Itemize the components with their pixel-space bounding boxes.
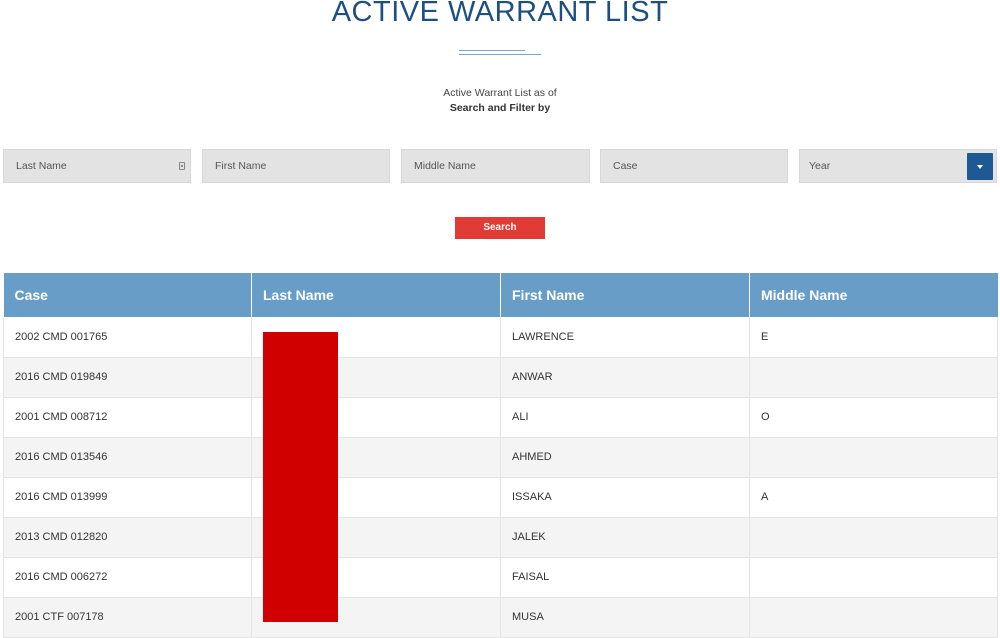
middle-name-cell (749, 437, 998, 478)
underline-line-top (459, 50, 525, 51)
table-row[interactable]: 2016 CMD 006272 FAISAL (3, 557, 998, 598)
table-row[interactable]: 2016 CMD 019849 ANWAR (3, 357, 998, 398)
last-name-field[interactable] (3, 149, 191, 183)
underline-line-bottom (459, 54, 541, 55)
filter-label: Search and Filter by (449, 102, 551, 114)
column-header-last-name[interactable]: Last Name (251, 273, 501, 317)
case-field[interactable] (600, 149, 788, 183)
table-row[interactable]: 2002 CMD 001765 LAWRENCE E (3, 317, 998, 358)
column-header-middle-name[interactable]: Middle Name (749, 273, 998, 317)
page-title: ACTIVE WARRANT LIST (331, 0, 669, 28)
first-name-input[interactable] (203, 150, 389, 182)
table-row[interactable]: 2001 CTF 007178 MUSA (3, 597, 998, 638)
chevron-down-icon[interactable] (967, 153, 993, 180)
last-name-input[interactable] (4, 150, 190, 182)
case-cell: 2016 CMD 013999 (3, 477, 252, 518)
first-name-cell: AHMED (500, 437, 750, 478)
first-name-cell: FAISAL (500, 557, 750, 598)
first-name-field[interactable] (202, 149, 390, 183)
middle-name-cell: A (749, 477, 998, 518)
table-row[interactable]: 2001 CMD 008712 ALI O (3, 397, 998, 438)
middle-name-cell: O (749, 397, 998, 438)
warrant-table: Case Last Name First Name Middle Name 20… (3, 273, 998, 638)
middle-name-cell (749, 517, 998, 558)
middle-name-input[interactable] (402, 150, 589, 182)
year-select-value: Year (809, 160, 831, 172)
case-cell: 2016 CMD 019849 (3, 357, 252, 398)
case-cell: 2002 CMD 001765 (3, 317, 252, 358)
table-header-row: Case Last Name First Name Middle Name (3, 273, 998, 317)
middle-name-cell: E (749, 317, 998, 358)
redaction-bar (263, 332, 338, 622)
autofill-icon (179, 162, 185, 170)
first-name-cell: ISSAKA (500, 477, 750, 518)
title-underline (459, 50, 541, 55)
table-row[interactable]: 2013 CMD 012820 JALEK (3, 517, 998, 558)
first-name-cell: ANWAR (500, 357, 750, 398)
table-row[interactable]: 2016 CMD 013546 AHMED (3, 437, 998, 478)
case-cell: 2013 CMD 012820 (3, 517, 252, 558)
first-name-cell: JALEK (500, 517, 750, 558)
case-input[interactable] (601, 150, 787, 182)
column-header-first-name[interactable]: First Name (500, 273, 750, 317)
list-date-text: Active Warrant List as of (443, 87, 557, 99)
search-button[interactable]: Search (455, 217, 545, 239)
column-header-case[interactable]: Case (3, 273, 252, 317)
middle-name-cell (749, 357, 998, 398)
first-name-cell: ALI (500, 397, 750, 438)
case-cell: 2016 CMD 013546 (3, 437, 252, 478)
first-name-cell: MUSA (500, 597, 750, 638)
case-cell: 2001 CTF 007178 (3, 597, 252, 638)
middle-name-field[interactable] (401, 149, 590, 183)
middle-name-cell (749, 597, 998, 638)
case-cell: 2016 CMD 006272 (3, 557, 252, 598)
table-row[interactable]: 2016 CMD 013999 ISSAKA A (3, 477, 998, 518)
case-cell: 2001 CMD 008712 (3, 397, 252, 438)
middle-name-cell (749, 557, 998, 598)
year-select[interactable]: Year (799, 149, 997, 183)
first-name-cell: LAWRENCE (500, 317, 750, 358)
